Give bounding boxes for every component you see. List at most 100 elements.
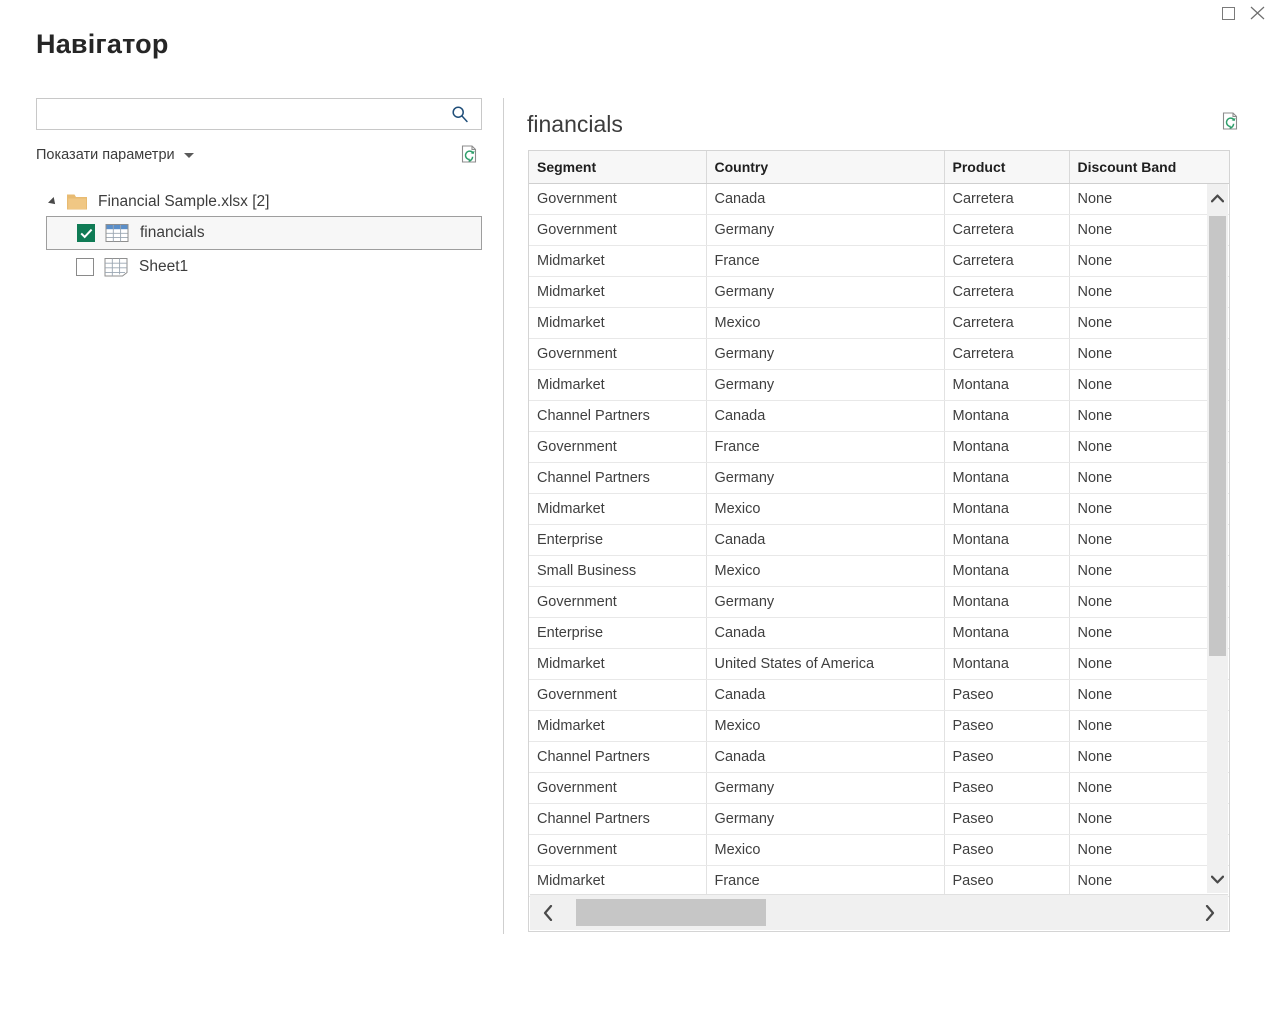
table-cell: Midmarket — [529, 493, 707, 525]
column-header-product[interactable]: Product — [944, 151, 1070, 184]
table-row[interactable]: Government Canada Paseo None — [529, 679, 1229, 711]
table-cell: Channel Partners — [529, 462, 707, 494]
dialog-footer: Завантажити Перетворити дані Скасувати — [0, 944, 1280, 1020]
table-cell — [1229, 307, 1230, 338]
table-cell: Small Business — [529, 555, 707, 587]
table-row[interactable]: Government Germany Montana None — [529, 586, 1230, 618]
table-row[interactable]: Channel Partners Canada Paseo None — [529, 741, 1230, 773]
maximize-icon — [1221, 6, 1235, 20]
tree-item-financials[interactable]: financials — [46, 216, 482, 250]
table-cell — [1229, 741, 1230, 772]
column-header-country[interactable]: Country — [706, 151, 945, 184]
table-row[interactable]: Midmarket France Carretera None — [529, 245, 1230, 277]
table-row[interactable]: Government Mexico Paseo None — [529, 834, 1229, 866]
table-row[interactable]: Channel Partners Germany Montana None — [529, 462, 1229, 494]
search-box[interactable] — [36, 98, 482, 130]
table-cell: None — [1069, 648, 1229, 680]
table-cell: Government — [529, 338, 707, 370]
close-button[interactable] — [1250, 0, 1280, 26]
show-options-label[interactable]: Показати параметри — [36, 147, 175, 163]
table-row[interactable]: Enterprise Canada Montana None — [529, 524, 1229, 556]
table-body: Government Canada Carretera None Government G… — [529, 183, 1230, 897]
table-cell: Canada — [706, 183, 945, 215]
table-cell: None — [1069, 493, 1229, 525]
table-row[interactable]: Midmarket Mexico Montana None — [529, 493, 1230, 525]
table-cell — [1229, 586, 1230, 617]
tree-item-sheet1[interactable]: Sheet1 — [36, 250, 482, 284]
table-cell: Government — [529, 772, 707, 804]
maximize-button[interactable] — [1206, 0, 1250, 26]
table-cell: Channel Partners — [529, 803, 707, 835]
table-row[interactable]: Channel Partners Canada Montana None — [529, 400, 1229, 432]
table-cell: Midmarket — [529, 865, 707, 897]
preview-data-grid[interactable]: SegmentCountryProductDiscount BandUni Go… — [528, 150, 1230, 932]
table-cell: None — [1069, 617, 1229, 649]
chevron-down-icon[interactable] — [183, 152, 194, 158]
navigator-preview-pane: financials Segment Country Product Discount… — [527, 100, 1247, 934]
table-cell: Montana — [944, 617, 1070, 649]
table-row[interactable]: Government France Montana None — [529, 431, 1229, 463]
table-cell: Carretera — [944, 338, 1070, 370]
table-cell: Germany — [706, 586, 945, 618]
scroll-right-button[interactable] — [1194, 895, 1226, 930]
table-row[interactable]: Midmarket United States of America Montana… — [529, 648, 1229, 680]
scroll-left-button[interactable] — [532, 895, 564, 930]
table-cell: None — [1069, 834, 1229, 866]
table-row[interactable]: Small Business Mexico Montana None — [529, 555, 1229, 587]
table-row[interactable]: Midmarket France Paseo None — [529, 865, 1229, 897]
checkbox-financials[interactable] — [77, 224, 95, 242]
table-cell — [1229, 245, 1230, 276]
pane-splitter[interactable] — [503, 98, 504, 934]
column-header-discount-band[interactable]: Discount Band — [1069, 151, 1229, 184]
table-cell: None — [1069, 369, 1229, 401]
table-row[interactable]: Midmarket Mexico Carretera None — [529, 307, 1230, 339]
table-cell — [1229, 493, 1230, 524]
table-row[interactable]: Midmarket Germany Montana None — [529, 369, 1229, 401]
table-row[interactable]: Government Germany Carretera None — [529, 214, 1230, 246]
preview-refresh-button[interactable] — [1219, 109, 1243, 135]
scroll-up-button[interactable] — [1207, 186, 1228, 210]
chevron-right-icon — [1205, 904, 1215, 921]
chevron-up-icon — [1211, 194, 1224, 202]
column-header-uni[interactable]: Uni — [1229, 151, 1230, 183]
table-row[interactable]: Midmarket Mexico Paseo None — [529, 710, 1230, 742]
table-row[interactable]: Enterprise Canada Montana None — [529, 617, 1229, 649]
table-row[interactable]: Government Germany Paseo None — [529, 772, 1229, 804]
table-cell: Paseo — [944, 710, 1070, 742]
refresh-preview-button[interactable] — [458, 142, 482, 168]
table-cell: Canada — [706, 679, 945, 711]
table-row[interactable]: Government Canada Carretera None — [529, 183, 1229, 215]
checkbox-sheet1[interactable] — [76, 258, 94, 276]
horizontal-scrollbar[interactable] — [530, 894, 1228, 930]
triangle-expanded-icon[interactable] — [46, 188, 60, 216]
table-cell — [1229, 710, 1230, 741]
table-cell: Canada — [706, 524, 945, 556]
table-cell — [1229, 338, 1230, 369]
search-icon — [452, 106, 468, 123]
table-cell: Carretera — [944, 214, 1070, 246]
vertical-scrollbar[interactable] — [1207, 184, 1228, 893]
table-cell: Paseo — [944, 679, 1070, 711]
table-cell: Paseo — [944, 772, 1070, 804]
table-cell: Canada — [706, 617, 945, 649]
object-tree: Financial Sample.xlsx [2] financials She… — [36, 188, 482, 284]
table-cell: Government — [529, 431, 707, 463]
vertical-scroll-thumb[interactable] — [1209, 216, 1226, 656]
table-cell: Government — [529, 834, 707, 866]
tree-root-item[interactable]: Financial Sample.xlsx [2] — [36, 188, 482, 216]
search-button[interactable] — [441, 99, 479, 129]
table-cell — [1229, 214, 1230, 245]
tree-root-label: Financial Sample.xlsx [2] — [98, 193, 270, 210]
table-row[interactable]: Channel Partners Germany Paseo None — [529, 803, 1229, 835]
table-cell: Montana — [944, 524, 1070, 556]
table-cell: None — [1069, 741, 1229, 773]
table-cell: None — [1069, 276, 1229, 308]
horizontal-scroll-thumb[interactable] — [576, 899, 766, 926]
table-cell: None — [1069, 772, 1229, 804]
scroll-down-button[interactable] — [1207, 867, 1228, 891]
search-input[interactable] — [37, 99, 441, 129]
table-row[interactable]: Government Germany Carretera None — [529, 338, 1230, 370]
table-cell: None — [1069, 214, 1229, 246]
column-header-segment[interactable]: Segment — [529, 151, 707, 184]
table-row[interactable]: Midmarket Germany Carretera None — [529, 276, 1229, 308]
